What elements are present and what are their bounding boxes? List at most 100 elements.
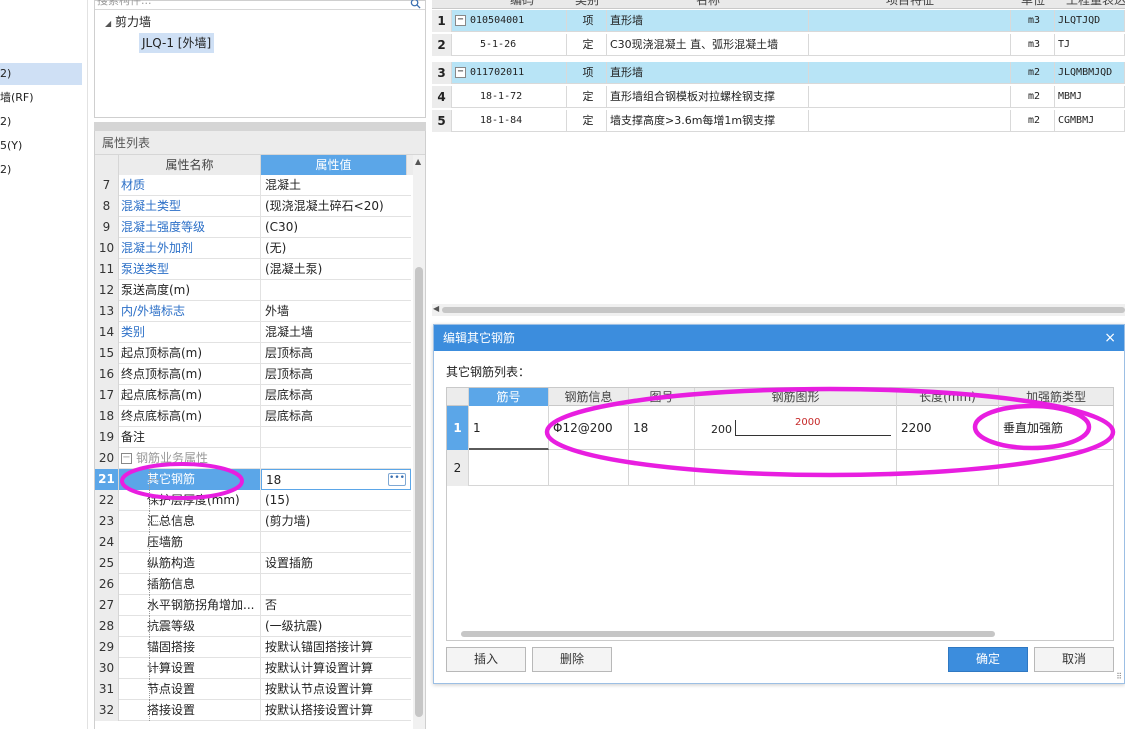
collapse-icon[interactable]: − — [455, 66, 466, 78]
header-name[interactable]: 属性名称 — [119, 155, 261, 175]
property-value[interactable]: 设置插筋 — [261, 553, 411, 574]
quota-cell-unit[interactable]: m2 — [1011, 86, 1055, 108]
type-cell[interactable] — [999, 450, 1113, 486]
tree-node-shear-wall[interactable]: ◢ 剪力墙 — [105, 13, 151, 30]
shape-cell[interactable] — [695, 450, 897, 486]
property-value[interactable]: 18 ••• — [261, 469, 411, 490]
property-value[interactable]: (剪力墙) — [261, 511, 411, 532]
property-row[interactable]: 27 水平钢筋拐角增加... 否 — [95, 595, 411, 616]
property-value[interactable]: (一级抗震) — [261, 616, 411, 637]
quota-cell-type[interactable]: 定 — [567, 110, 607, 132]
property-value[interactable]: 混凝土墙 — [261, 322, 411, 343]
property-row[interactable]: 29 锚固搭接 按默认锚固搭接计算 — [95, 637, 411, 658]
property-scrollbar[interactable]: ▲ — [413, 155, 425, 729]
quota-header-type[interactable]: 类别 — [567, 0, 607, 9]
nav-item-1[interactable]: 2) — [0, 63, 82, 85]
quota-cell-expr[interactable]: CGMBMJ — [1055, 110, 1125, 132]
property-row[interactable]: 16 终点顶标高(m) 层顶标高 — [95, 364, 411, 385]
quota-cell-unit[interactable]: m3 — [1011, 10, 1055, 32]
property-value[interactable]: (15) — [261, 490, 411, 511]
property-value[interactable]: (混凝土泵) — [261, 259, 411, 280]
type-cell[interactable]: 垂直加强筋 — [999, 406, 1113, 450]
grid-header-figure-no[interactable]: 图号 — [629, 388, 695, 406]
quota-row[interactable]: 5 18-1-84 定 墙支撑高度>3.6m每增1m钢支撑 m2 CGMBMJ — [432, 110, 1125, 132]
grid-header-bar-no[interactable]: 筋号 — [469, 388, 549, 406]
property-value[interactable]: 混凝土 — [261, 175, 411, 196]
bar-info-cell[interactable]: Φ12@200 — [549, 406, 629, 450]
quota-cell-name[interactable]: 直形墙组合钢模板对拉螺栓钢支撑 — [607, 86, 809, 108]
rebar-row-1[interactable]: 1 1 Φ12@200 18 200 2000 2200 垂直加强筋 — [447, 406, 1113, 450]
rebar-row-2[interactable]: 2 — [447, 450, 1113, 486]
property-row[interactable]: 32 搭接设置 按默认搭接设置计算 — [95, 700, 411, 721]
grid-header-shape[interactable]: 钢筋图形 — [695, 388, 897, 406]
property-row[interactable]: 23 汇总信息 (剪力墙) — [95, 511, 411, 532]
quota-header-unit[interactable]: 单位 — [1012, 0, 1054, 9]
nav-item-5[interactable]: 2) — [0, 159, 86, 181]
property-row[interactable]: 17 起点底标高(m) 层底标高 — [95, 385, 411, 406]
quota-cell-unit[interactable]: m2 — [1011, 62, 1055, 84]
ok-button[interactable]: 确定 — [948, 647, 1028, 672]
grid-header-length[interactable]: 长度(mm) — [897, 388, 999, 406]
property-row[interactable]: 12 泵送高度(m) — [95, 280, 411, 301]
property-row[interactable]: 14 类别 混凝土墙 — [95, 322, 411, 343]
quota-row[interactable]: 4 18-1-72 定 直形墙组合钢模板对拉螺栓钢支撑 m2 MBMJ — [432, 86, 1125, 108]
property-row[interactable]: 30 计算设置 按默认计算设置计算 — [95, 658, 411, 679]
property-value[interactable] — [261, 427, 411, 448]
quota-cell-code[interactable]: 18-1-72 — [452, 86, 567, 108]
quota-h-scrollbar[interactable]: ◀ — [432, 304, 1125, 316]
quota-cell-expr[interactable]: MBMJ — [1055, 86, 1125, 108]
shape-cell[interactable]: 200 2000 — [695, 406, 897, 450]
quota-cell-code[interactable]: 18-1-84 — [452, 110, 567, 132]
property-row[interactable]: 24 压墙筋 — [95, 532, 411, 553]
quota-cell-name[interactable]: 直形墙 — [607, 10, 809, 32]
property-value[interactable] — [261, 532, 411, 553]
scroll-thumb[interactable] — [415, 267, 423, 717]
property-value[interactable] — [261, 574, 411, 595]
nav-item-2[interactable]: 墙(RF) — [0, 87, 86, 109]
property-value[interactable]: (无) — [261, 238, 411, 259]
nav-item-3[interactable]: 2) — [0, 111, 86, 133]
nav-item-4[interactable]: 5(Y) — [0, 135, 86, 157]
length-cell[interactable]: 2200 — [897, 406, 999, 450]
property-row[interactable]: 28 抗震等级 (一级抗震) — [95, 616, 411, 637]
search-icon[interactable] — [410, 0, 421, 9]
triangle-down-icon[interactable]: ◢ — [105, 19, 111, 28]
quota-cell-name[interactable]: C30现浇混凝土 直、弧形混凝土墙 — [607, 34, 809, 56]
property-row[interactable]: 19 备注 — [95, 427, 411, 448]
quota-cell-feature[interactable] — [809, 34, 1011, 56]
property-value[interactable]: (C30) — [261, 217, 411, 238]
property-row[interactable]: 22 保护层厚度(mm) (15) — [95, 490, 411, 511]
grid-h-scrollbar[interactable] — [461, 631, 995, 637]
quota-cell-feature[interactable] — [809, 10, 1011, 32]
insert-button[interactable]: 插入 — [446, 647, 526, 672]
component-search-input[interactable]: 搜索构件... — [95, 0, 425, 10]
property-value[interactable]: (现浇混凝土碎石<20) — [261, 196, 411, 217]
quota-cell-expr[interactable]: JLQTJQD — [1055, 10, 1125, 32]
figure-no-cell[interactable]: 18 — [629, 406, 695, 450]
quota-cell-type[interactable]: 项 — [567, 10, 607, 32]
property-value[interactable]: 层顶标高 — [261, 364, 411, 385]
quota-header-name[interactable]: 名称 — [608, 0, 808, 9]
quota-cell-type[interactable]: 项 — [567, 62, 607, 84]
resize-grip-icon[interactable]: ⠿ — [1116, 672, 1122, 681]
property-value[interactable]: 否 — [261, 595, 411, 616]
property-row[interactable]: 9 混凝土强度等级 (C30) — [95, 217, 411, 238]
property-row[interactable]: 13 内/外墙标志 外墙 — [95, 301, 411, 322]
scroll-left-icon[interactable]: ◀ — [433, 304, 439, 313]
property-row[interactable]: 20− 钢筋业务属性 — [95, 448, 411, 469]
length-cell[interactable] — [897, 450, 999, 486]
scroll-up-icon[interactable]: ▲ — [415, 157, 421, 166]
quota-cell-unit[interactable]: m3 — [1011, 34, 1055, 56]
property-row[interactable]: 15 起点顶标高(m) 层顶标高 — [95, 343, 411, 364]
quota-cell-feature[interactable] — [809, 110, 1011, 132]
bar-info-cell[interactable] — [549, 450, 629, 486]
property-row[interactable]: 21 其它钢筋 18 ••• — [95, 469, 411, 490]
property-row[interactable]: 31 节点设置 按默认节点设置计算 — [95, 679, 411, 700]
grid-header-type[interactable]: 加强筋类型 — [999, 388, 1113, 406]
property-row[interactable]: 18 终点底标高(m) 层底标高 — [95, 406, 411, 427]
quota-cell-expr[interactable]: JLQMBMJQD — [1055, 62, 1125, 84]
dialog-title-bar[interactable]: 编辑其它钢筋 × — [434, 325, 1124, 351]
property-value[interactable]: 层底标高 — [261, 406, 411, 427]
bar-no-cell[interactable] — [469, 450, 549, 486]
grid-header-bar-info[interactable]: 钢筋信息 — [549, 388, 629, 406]
